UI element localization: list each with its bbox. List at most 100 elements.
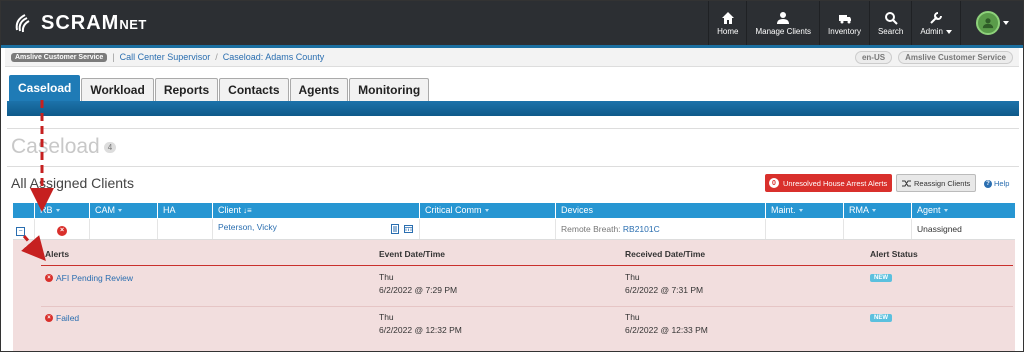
breadcrumb-separator: / xyxy=(215,52,218,62)
sort-asc-icon: ↓≡ xyxy=(243,206,252,215)
avatar xyxy=(975,11,1000,35)
received-day: Thu xyxy=(625,272,640,282)
truck-icon xyxy=(838,14,851,23)
nav-inventory-label: Inventory xyxy=(828,26,861,36)
caseload-count-badge: 4 xyxy=(103,141,117,153)
tab-reports[interactable]: Reports xyxy=(154,78,219,101)
column-cam[interactable]: CAM xyxy=(90,203,158,218)
column-expand xyxy=(13,203,35,218)
cam-cell xyxy=(90,219,158,239)
event-datetime: Thu 6/2/2022 @ 7:29 PM xyxy=(379,271,457,297)
collapse-row-icon[interactable]: − xyxy=(16,227,25,236)
alert-error-icon: × xyxy=(45,314,53,322)
alert-error-icon: × xyxy=(45,274,53,282)
client-name-link[interactable]: Peterson, Vicky xyxy=(218,222,277,232)
help-link[interactable]: ? Help xyxy=(984,179,1009,188)
column-client[interactable]: Client ↓≡ xyxy=(213,203,420,218)
nav-manage-clients[interactable]: Manage Clients xyxy=(746,1,819,45)
shuffle-icon xyxy=(902,180,911,186)
column-rb[interactable]: RB xyxy=(35,203,90,218)
user-menu[interactable] xyxy=(960,1,1023,45)
column-agent[interactable]: Agent xyxy=(912,203,1015,218)
page-title-text: Caseload xyxy=(11,135,100,158)
event-datetime: Thu 6/2/2022 @ 12:32 PM xyxy=(379,311,462,337)
tab-underline-bar xyxy=(7,101,1019,116)
table-row[interactable]: × Peterson, Vicky Remote Breath: RB2101C… xyxy=(13,219,1015,240)
event-day: Thu xyxy=(379,312,394,322)
column-devices[interactable]: Devices xyxy=(556,203,766,218)
home-icon xyxy=(721,11,734,24)
brand-name: SCRAMNET xyxy=(41,11,147,34)
nav-admin[interactable]: Admin xyxy=(911,1,960,45)
reassign-clients-button[interactable]: Reassign Clients xyxy=(896,174,977,192)
scram-logo-icon xyxy=(15,14,30,33)
tab-monitoring[interactable]: Monitoring xyxy=(349,78,430,101)
nav-inventory[interactable]: Inventory xyxy=(819,1,869,45)
device-type: Remote Breath: xyxy=(561,224,623,234)
alerts-count-badge: 0 xyxy=(769,178,779,188)
org-right-badge[interactable]: Amslive Customer Service xyxy=(898,50,1013,64)
alert-link-afi-pending[interactable]: × AFI Pending Review xyxy=(45,273,133,283)
rma-cell xyxy=(844,219,912,239)
sort-icon xyxy=(943,209,948,213)
section-title: All Assigned Clients xyxy=(11,175,134,191)
alert-name: AFI Pending Review xyxy=(56,273,134,283)
logo[interactable]: SCRAMNET xyxy=(13,11,147,35)
breadcrumb-right: en-US Amslive Customer Service xyxy=(854,50,1013,64)
tab-workload[interactable]: Workload xyxy=(81,78,154,101)
nav-search[interactable]: Search xyxy=(868,1,911,45)
status-badge: NEW xyxy=(870,274,892,282)
chevron-down-icon xyxy=(946,29,952,34)
rb-cell: × xyxy=(35,219,90,239)
tab-agents[interactable]: Agents xyxy=(289,78,349,101)
tab-caseload[interactable]: Caseload xyxy=(9,75,81,101)
alerts-header-divider xyxy=(41,265,1013,266)
breadcrumb-call-center[interactable]: Call Center Supervisor xyxy=(120,52,211,62)
event-day: Thu xyxy=(379,272,394,282)
top-navbar: SCRAMNET Home Manage Clients Inventory S… xyxy=(1,1,1023,48)
sort-icon xyxy=(798,209,803,213)
device-link[interactable]: RB2101C xyxy=(623,224,660,234)
wrench-icon xyxy=(930,11,943,24)
breadcrumb-caseload[interactable]: Caseload: Adams County xyxy=(223,52,325,62)
table-header: RB CAM HA Client ↓≡ Critical Comm Devices… xyxy=(13,203,1015,218)
divider xyxy=(7,166,1019,167)
nav-search-label: Search xyxy=(877,26,904,36)
alert-row-divider xyxy=(41,306,1013,307)
received-date: 6/2/2022 @ 7:31 PM xyxy=(625,285,704,295)
search-icon xyxy=(884,11,898,25)
event-datetime-header: Event Date/Time xyxy=(379,249,445,259)
locale-badge[interactable]: en-US xyxy=(854,50,893,64)
nav-home[interactable]: Home xyxy=(708,1,746,45)
critical-comm-cell xyxy=(420,219,556,239)
sort-icon xyxy=(118,209,122,213)
column-maint[interactable]: Maint. xyxy=(766,203,844,218)
column-ha[interactable]: HA xyxy=(158,203,213,218)
event-date: 6/2/2022 @ 7:29 PM xyxy=(379,285,458,295)
column-critical-comm[interactable]: Critical Comm xyxy=(420,203,556,218)
tab-bar: Caseload Workload Reports Contacts Agent… xyxy=(9,75,430,101)
app-window: SCRAMNET Home Manage Clients Inventory S… xyxy=(0,0,1024,352)
ha-cell xyxy=(158,219,213,239)
divider xyxy=(7,128,1019,129)
rb-alert-icon[interactable]: × xyxy=(57,226,67,236)
unresolved-alerts-label: Unresolved House Arrest Alerts xyxy=(783,178,888,188)
received-datetime: Thu 6/2/2022 @ 7:31 PM xyxy=(625,271,703,297)
alert-link-failed[interactable]: × Failed xyxy=(45,313,79,323)
received-datetime: Thu 6/2/2022 @ 12:33 PM xyxy=(625,311,708,337)
document-icon[interactable] xyxy=(391,224,399,234)
breadcrumb-separator: | xyxy=(112,52,115,62)
page-title: Caseload 4 xyxy=(11,135,117,159)
client-cell: Peterson, Vicky xyxy=(213,219,420,239)
maint-cell xyxy=(766,219,844,239)
status-badge: NEW xyxy=(870,314,892,322)
reassign-clients-label: Reassign Clients xyxy=(914,178,971,188)
org-badge: Amslive Customer Service xyxy=(11,52,108,62)
tab-contacts[interactable]: Contacts xyxy=(219,78,289,101)
alerts-header: Alerts xyxy=(45,249,70,259)
unresolved-alerts-button[interactable]: 0 Unresolved House Arrest Alerts xyxy=(765,174,893,192)
alert-name: Failed xyxy=(56,313,80,323)
column-rma[interactable]: RMA xyxy=(844,203,912,218)
calendar-icon[interactable] xyxy=(404,224,413,233)
agent-cell: Unassigned xyxy=(917,224,962,234)
